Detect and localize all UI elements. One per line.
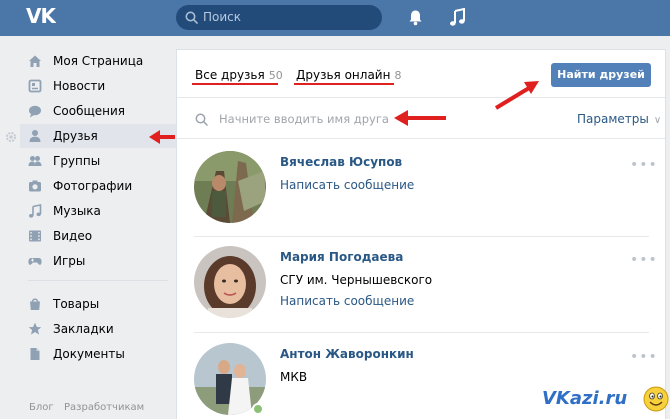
- svg-text:VK: VK: [26, 6, 56, 26]
- more-actions-icon[interactable]: •••: [630, 157, 658, 173]
- params-label: Параметры: [577, 112, 649, 126]
- sidebar-item-my-page[interactable]: Моя Страница: [20, 49, 176, 73]
- sidebar-item-label: Видео: [53, 229, 93, 243]
- footer-link-blog[interactable]: Блог: [29, 402, 54, 413]
- tab-friends-online[interactable]: Друзья онлайн 8: [296, 68, 401, 82]
- sidebar-item-bookmarks[interactable]: Закладки: [20, 317, 176, 341]
- sidebar-item-groups[interactable]: Группы: [20, 149, 176, 173]
- sidebar-item-friends[interactable]: Друзья: [20, 124, 176, 148]
- gear-icon[interactable]: [5, 131, 17, 143]
- messages-icon: [29, 105, 41, 118]
- friend-row: Вячеслав Юсупов Написать сообщение •••: [177, 149, 665, 247]
- sidebar-item-label: Закладки: [53, 322, 114, 336]
- sidebar-item-documents[interactable]: Документы: [20, 342, 176, 366]
- friend-search-row: Параметры ∨: [177, 99, 665, 139]
- sidebar-item-goods[interactable]: Товары: [20, 292, 176, 316]
- friend-photo: [194, 151, 266, 223]
- find-friends-button[interactable]: Найти друзей: [551, 63, 651, 87]
- friend-name[interactable]: Антон Жаворонкин: [280, 347, 414, 361]
- goods-icon: [30, 298, 40, 310]
- music-icon: [29, 204, 42, 218]
- games-icon: [28, 258, 42, 265]
- sidebar-item-label: Игры: [53, 254, 86, 268]
- sidebar-item-label: Товары: [53, 297, 100, 311]
- tab-count: 50: [268, 69, 283, 82]
- tab-label: Все друзья: [195, 68, 265, 82]
- friend-avatar[interactable]: [194, 151, 266, 223]
- sidebar-item-label: Фотографии: [53, 179, 133, 193]
- friend-search-input[interactable]: [219, 109, 459, 129]
- documents-icon: [30, 348, 40, 360]
- notifications-bell-icon[interactable]: [407, 9, 424, 26]
- home-icon: [29, 55, 41, 67]
- friend-photo: [194, 246, 266, 318]
- search-icon: [185, 11, 198, 24]
- friend-university: СГУ им. Чернышевского: [280, 273, 433, 287]
- friend-avatar[interactable]: [194, 246, 266, 318]
- sidebar-divider: [28, 280, 168, 281]
- sidebar-item-music[interactable]: Музыка: [20, 199, 176, 223]
- annotation-underline: [294, 83, 394, 85]
- row-divider: [194, 236, 649, 237]
- row-divider: [194, 332, 649, 333]
- watermark: VKazi.ru: [539, 382, 670, 419]
- sidebar-item-label: Сообщения: [53, 104, 126, 118]
- bookmarks-icon: [28, 322, 42, 335]
- write-message-link[interactable]: Написать сообщение: [280, 294, 414, 308]
- sidebar-item-label: Музыка: [53, 204, 101, 218]
- tab-count: 8: [394, 69, 402, 82]
- tab-all-friends[interactable]: Все друзья 50: [195, 68, 283, 82]
- friend-name[interactable]: Мария Погодаева: [280, 250, 403, 264]
- sidebar-item-label: Друзья: [53, 129, 98, 143]
- footer-link-developers[interactable]: Разработчикам: [64, 402, 144, 413]
- global-search-box[interactable]: Поиск: [176, 5, 382, 30]
- search-icon: [195, 113, 208, 126]
- sidebar-item-photos[interactable]: Фотографии: [20, 174, 176, 198]
- watermark-text: VKazi.ru: [542, 388, 628, 409]
- left-sidebar: Моя Страница Новости Сообщения Друзья Гр…: [0, 36, 176, 419]
- sidebar-item-video[interactable]: Видео: [20, 224, 176, 248]
- sidebar-item-label: Моя Страница: [53, 54, 144, 68]
- sidebar-item-news[interactable]: Новости: [20, 74, 176, 98]
- music-player-icon[interactable]: [449, 8, 466, 27]
- friend-info: МКВ: [280, 370, 308, 384]
- tab-label: Друзья онлайн: [296, 68, 391, 82]
- friends-panel: Все друзья 50 Друзья онлайн 8 Найти друзей…: [176, 49, 666, 419]
- sidebar-item-messages[interactable]: Сообщения: [20, 99, 176, 123]
- sidebar-item-label: Документы: [53, 347, 125, 361]
- write-message-link[interactable]: Написать сообщение: [280, 178, 414, 192]
- online-status-indicator: [252, 403, 264, 415]
- vk-logo[interactable]: VK: [26, 4, 58, 31]
- sidebar-item-games[interactable]: Игры: [20, 249, 176, 273]
- smiley-icon: [643, 386, 669, 412]
- params-dropdown[interactable]: Параметры ∨: [577, 112, 661, 126]
- groups-icon: [28, 156, 42, 166]
- sidebar-item-label: Новости: [53, 79, 106, 93]
- chevron-down-icon: ∨: [653, 115, 662, 126]
- annotation-underline: [192, 83, 278, 85]
- top-navigation-bar: VK Поиск: [0, 0, 670, 36]
- global-search-placeholder: Поиск: [203, 10, 242, 24]
- sidebar-item-label: Группы: [53, 154, 101, 168]
- friend-row: Мария Погодаева СГУ им. Чернышевского На…: [177, 244, 665, 342]
- photos-icon: [29, 180, 41, 192]
- vk-logo-icon: VK: [26, 4, 58, 28]
- news-icon: [28, 79, 42, 93]
- friends-icon: [29, 130, 41, 142]
- video-icon: [29, 230, 41, 242]
- more-actions-icon[interactable]: •••: [630, 349, 658, 365]
- friends-tabs: Все друзья 50 Друзья онлайн 8 Найти друзей: [177, 50, 665, 98]
- friend-name[interactable]: Вячеслав Юсупов: [280, 155, 402, 169]
- more-actions-icon[interactable]: •••: [630, 252, 658, 268]
